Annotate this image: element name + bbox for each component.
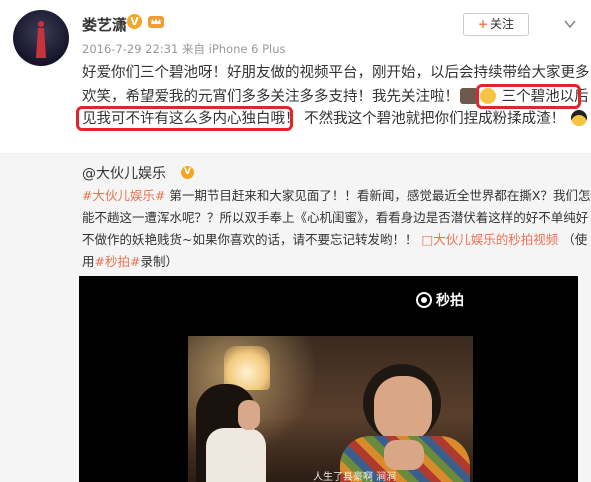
plus-icon: + xyxy=(477,17,489,31)
video-link-icon: □ xyxy=(421,232,434,247)
repost-text-line-3: 不做作的妖艳贱货~如果你喜欢的话，请不要忘记转发哟！！ □大伙儿娱乐的秒拍视频 … xyxy=(82,231,587,249)
highlight-box-1 xyxy=(476,84,581,109)
post-text-segment: 不然我这个碧池就把你们捏成粉揉成渣！ xyxy=(304,111,566,127)
chevron-down-icon[interactable] xyxy=(563,17,577,31)
crown-rank-icon[interactable] xyxy=(147,12,165,30)
repost-text-segment: 第一期节目赶来和大家见面了！！看新闻，感觉最近全世界都在撕X？我们怎么 xyxy=(165,188,591,203)
video-frame: 人生了县豪啊 涧涧 xyxy=(188,336,473,482)
post-text-line-1: 好爱你们三个碧池呀！好朋友做的视频平台，刚开始，以后会持续带给大家更多 xyxy=(82,65,590,81)
highlight-box-2 xyxy=(76,106,293,131)
video-player[interactable]: 秒拍 人生了县豪啊 涧涧 xyxy=(79,276,578,482)
follow-button[interactable]: + 关注 xyxy=(463,13,529,36)
hashtag-link[interactable]: #大伙儿娱乐# xyxy=(82,188,165,203)
repost-text-line-1: #大伙儿娱乐# 第一期节目赶来和大家见面了！！看新闻，感觉最近全世界都在撕X？我… xyxy=(82,187,591,205)
repost-text-segment: 用 xyxy=(82,254,95,269)
repost-text-line-4: 用#秒拍#录制） xyxy=(82,253,178,271)
repost-text-segment: （使 xyxy=(562,232,588,247)
repost-text-segment: 录制） xyxy=(140,254,178,269)
watermark-text: 秒拍 xyxy=(436,293,464,309)
person-right-face xyxy=(374,376,432,442)
video-watermark: 秒拍 xyxy=(416,290,464,310)
post-author-name[interactable]: 娄艺潇 xyxy=(82,14,127,35)
post-meta: 2016-7-29 22:31 来自 iPhone 6 Plus xyxy=(82,42,286,56)
verified-icon: V xyxy=(127,14,142,29)
person-left-body xyxy=(206,428,266,482)
video-link[interactable]: 大伙儿娱乐的秒拍视频 xyxy=(433,232,558,247)
person-left-face xyxy=(238,400,260,430)
miaopai-logo-icon xyxy=(416,292,432,308)
sunglasses-emoji-icon xyxy=(570,110,587,126)
repost-author-name[interactable]: 大伙儿娱乐 xyxy=(96,166,166,182)
post-text-segment: 欢笑，希望爱我的元宵们多多关注多多支持！我先关注啦！ xyxy=(82,89,459,105)
person-right-hands xyxy=(384,440,424,470)
repost-text-line-2: 能不趟这一遭浑水呢？？所以双手奉上《心机闺蜜》，看看身边是否潜伏着这样的好不单纯… xyxy=(82,210,589,225)
hashtag-link[interactable]: #秒拍# xyxy=(95,254,141,269)
repost-author[interactable]: @大伙儿娱乐 xyxy=(82,163,166,183)
follow-label: 关注 xyxy=(490,17,515,31)
repost-text-segment: 不做作的妖艳贱货~如果你喜欢的话，请不要忘记转发哟！！ xyxy=(82,232,418,247)
video-subtitle: 人生了县豪啊 涧涧 xyxy=(313,472,397,482)
avatar-figure xyxy=(36,21,46,58)
at-symbol: @ xyxy=(82,166,96,182)
avatar[interactable] xyxy=(13,10,69,66)
verified-icon: V xyxy=(181,166,194,179)
